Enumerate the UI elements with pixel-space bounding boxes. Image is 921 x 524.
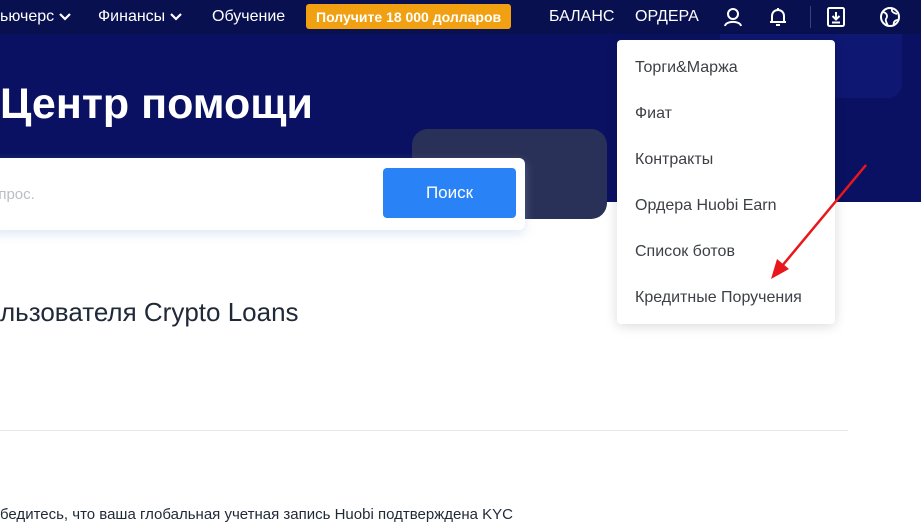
menu-item-bot-list[interactable]: Список ботов: [635, 242, 735, 262]
user-icon[interactable]: [722, 6, 744, 28]
divider: [0, 430, 848, 431]
nav-learning[interactable]: Обучение: [212, 7, 285, 27]
nav-divider: [810, 6, 811, 28]
globe-icon[interactable]: [879, 6, 901, 28]
bell-icon[interactable]: [767, 6, 789, 28]
menu-item-contracts[interactable]: Контракты: [635, 150, 713, 170]
promo-button[interactable]: Получите 18 000 долларов: [306, 4, 512, 29]
nav-finance[interactable]: Финансы: [98, 7, 183, 27]
nav-futures[interactable]: ьючерс: [0, 7, 72, 27]
article-body-text: бедитесь, что ваша глобальная учетная за…: [0, 506, 513, 523]
menu-item-trade-margin[interactable]: Торги&Маржа: [635, 58, 738, 78]
nav-orders[interactable]: ОРДЕРА: [635, 7, 699, 27]
menu-item-fiat[interactable]: Фиат: [635, 104, 672, 124]
nav-learning-label: Обучение: [212, 8, 286, 25]
page-title: Центр помощи: [0, 80, 313, 128]
article-title: льзователя Crypto Loans: [0, 297, 299, 327]
menu-item-credit-orders[interactable]: Кредитные Поручения: [635, 288, 802, 308]
search-box: Поиск: [0, 158, 525, 230]
nav-finance-label: Финансы: [98, 8, 166, 25]
nav-balance[interactable]: БАЛАНС: [549, 7, 614, 27]
search-button[interactable]: Поиск: [383, 168, 516, 218]
nav-futures-label: ьючерс: [0, 8, 55, 25]
download-icon[interactable]: [825, 6, 847, 28]
menu-item-huobi-earn-orders[interactable]: Ордера Huobi Earn: [635, 196, 777, 216]
chevron-down-icon: [170, 13, 182, 21]
chevron-down-icon: [59, 13, 71, 21]
orders-dropdown-menu: Торги&Маржа Фиат Контракты Ордера Huobi …: [617, 40, 835, 324]
search-input[interactable]: [0, 176, 360, 212]
top-navigation: ьючерс Финансы Обучение Получите 18 000 …: [0, 0, 921, 34]
